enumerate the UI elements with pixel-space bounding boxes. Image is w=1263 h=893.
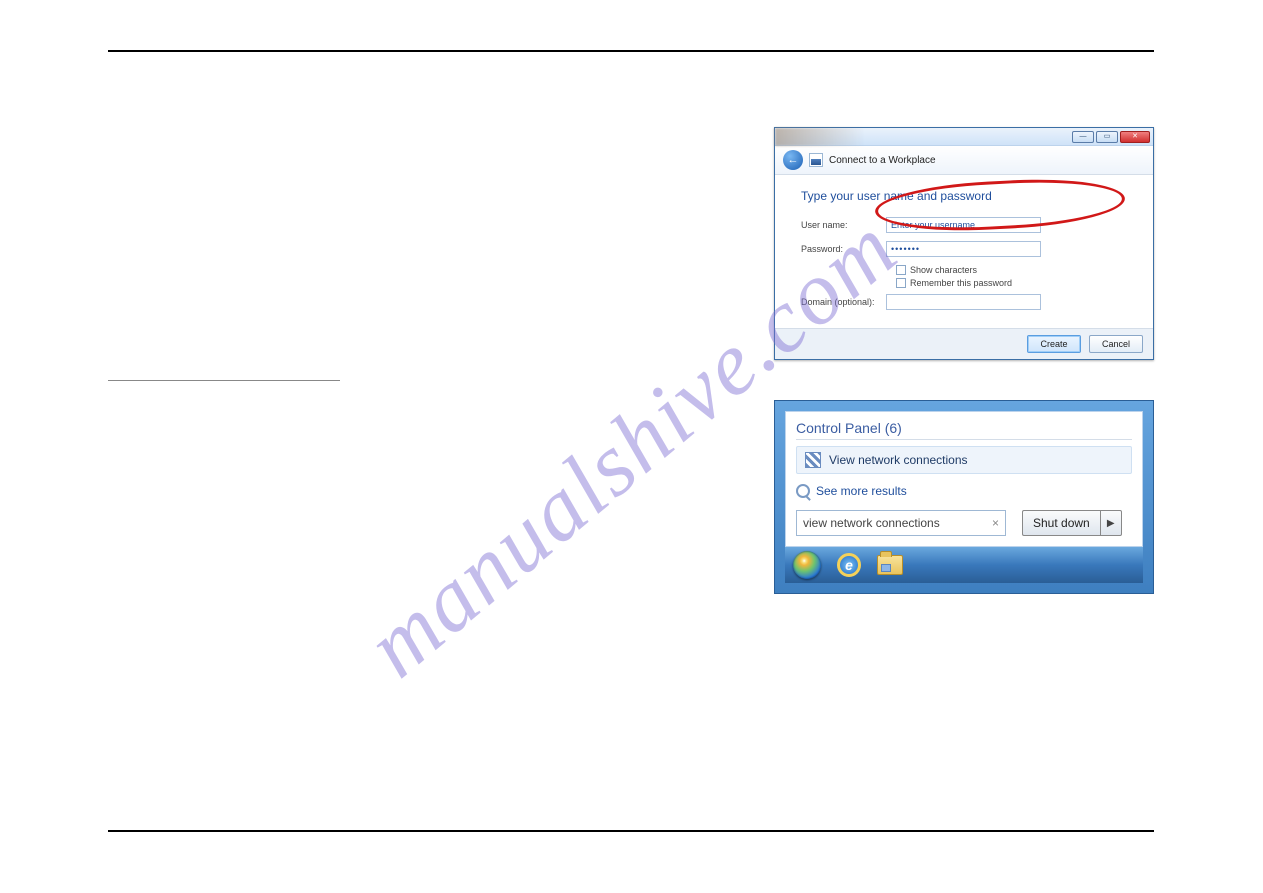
result-view-network-connections[interactable]: View network connections [796, 446, 1132, 474]
see-more-results-link[interactable]: See more results [796, 484, 1132, 498]
show-characters-checkbox[interactable] [896, 265, 906, 275]
remember-password-checkbox[interactable] [896, 278, 906, 288]
start-menu-panel: Control Panel (6) View network connectio… [774, 400, 1154, 594]
start-search-input[interactable]: view network connections × [796, 510, 1006, 536]
connect-workplace-dialog: — ▭ ✕ ← Connect to a Workplace Type your… [774, 127, 1154, 360]
dialog-title: Connect to a Workplace [829, 155, 936, 166]
shutdown-button[interactable]: Shut down [1022, 510, 1100, 536]
taskbar [785, 547, 1143, 583]
network-icon [809, 153, 823, 167]
network-connections-icon [805, 452, 821, 468]
shutdown-options-button[interactable]: ▶ [1100, 510, 1122, 536]
dialog-subheader: ← Connect to a Workplace [775, 146, 1153, 175]
window-titlebar: — ▭ ✕ [775, 128, 1153, 146]
top-horizontal-rule [108, 50, 1154, 52]
clear-search-button[interactable]: × [992, 516, 999, 530]
file-explorer-icon[interactable] [877, 555, 903, 575]
control-panel-header: Control Panel (6) [796, 420, 1132, 440]
internet-explorer-icon[interactable] [837, 553, 861, 577]
start-button[interactable] [793, 551, 821, 579]
result-item-label: View network connections [829, 453, 968, 467]
maximize-button[interactable]: ▭ [1096, 131, 1118, 143]
remember-password-label: Remember this password [910, 278, 1012, 288]
bottom-horizontal-rule [108, 830, 1154, 832]
domain-label: Domain (optional): [801, 297, 876, 307]
search-icon [796, 484, 810, 498]
left-text-column [108, 127, 744, 594]
dialog-heading: Type your user name and password [801, 189, 1127, 203]
back-button[interactable]: ← [783, 150, 803, 170]
search-input-value: view network connections [803, 516, 940, 530]
cancel-button[interactable]: Cancel [1089, 335, 1143, 353]
show-characters-label: Show characters [910, 265, 977, 275]
username-label: User name: [801, 220, 876, 230]
minimize-button[interactable]: — [1072, 131, 1094, 143]
close-button[interactable]: ✕ [1120, 131, 1150, 143]
username-input[interactable] [886, 217, 1041, 233]
password-label: Password: [801, 244, 876, 254]
domain-input[interactable] [886, 294, 1041, 310]
section-underline [108, 380, 340, 381]
see-more-label: See more results [816, 484, 907, 498]
password-input[interactable] [886, 241, 1041, 257]
create-button[interactable]: Create [1027, 335, 1081, 353]
